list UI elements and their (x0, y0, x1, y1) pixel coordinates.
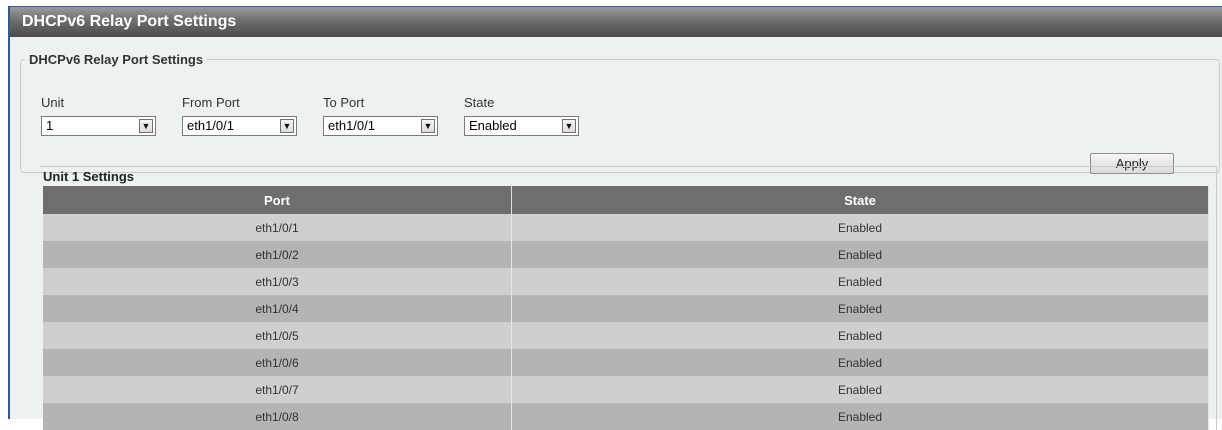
state-field: State Enabled ▼ (464, 95, 579, 136)
state-cell: Enabled (511, 295, 1209, 322)
chevron-down-icon[interactable]: ▼ (421, 119, 435, 133)
column-header-port: Port (43, 186, 512, 214)
unit-settings-panel: Unit 1 Settings Port State eth1/0/1 Enab… (40, 166, 1217, 430)
table-row: eth1/0/4 Enabled (43, 295, 1209, 322)
from-port-select[interactable]: eth1/0/1 ▼ (182, 116, 297, 136)
to-port-select[interactable]: eth1/0/1 ▼ (323, 116, 438, 136)
table-row: eth1/0/8 Enabled (43, 403, 1209, 430)
from-port-label: From Port (182, 95, 240, 110)
page-title: DHCPv6 Relay Port Settings (10, 7, 1222, 37)
settings-fieldset: DHCPv6 Relay Port Settings Unit 1 ▼ From… (20, 52, 1220, 174)
table-row: eth1/0/7 Enabled (43, 376, 1209, 403)
table-row: eth1/0/6 Enabled (43, 349, 1209, 376)
port-state-table: Port State eth1/0/1 Enabled eth1/0/2 Ena… (43, 186, 1209, 430)
port-cell: eth1/0/8 (43, 403, 512, 430)
to-port-label: To Port (323, 95, 365, 110)
unit-field: Unit 1 ▼ (41, 95, 156, 136)
state-cell: Enabled (511, 322, 1209, 349)
column-header-state: State (511, 186, 1209, 214)
table-row: eth1/0/3 Enabled (43, 268, 1209, 295)
state-cell: Enabled (511, 241, 1209, 268)
unit-select[interactable]: 1 ▼ (41, 116, 156, 136)
to-port-field: To Port eth1/0/1 ▼ (323, 95, 438, 136)
table-caption: Unit 1 Settings (43, 169, 135, 184)
port-cell: eth1/0/5 (43, 322, 512, 349)
chevron-down-icon[interactable]: ▼ (562, 119, 576, 133)
table-row: eth1/0/1 Enabled (43, 214, 1209, 241)
port-cell: eth1/0/7 (43, 376, 512, 403)
state-select[interactable]: Enabled ▼ (464, 116, 579, 136)
port-cell: eth1/0/2 (43, 241, 512, 268)
settings-legend: DHCPv6 Relay Port Settings (25, 52, 208, 67)
state-cell: Enabled (511, 268, 1209, 295)
state-cell: Enabled (511, 214, 1209, 241)
chevron-down-icon[interactable]: ▼ (139, 119, 153, 133)
main-frame: DHCPv6 Relay Port Settings DHCPv6 Relay … (8, 6, 1222, 430)
chevron-down-icon[interactable]: ▼ (280, 119, 294, 133)
unit-label: Unit (41, 95, 65, 110)
table-header-row: Port State (43, 186, 1209, 214)
port-cell: eth1/0/3 (43, 268, 512, 295)
state-cell: Enabled (511, 349, 1209, 376)
state-cell: Enabled (511, 403, 1209, 430)
port-cell: eth1/0/1 (43, 214, 512, 241)
table-row: eth1/0/5 Enabled (43, 322, 1209, 349)
state-cell: Enabled (511, 376, 1209, 403)
state-label: State (464, 95, 495, 110)
from-port-field: From Port eth1/0/1 ▼ (182, 95, 297, 136)
table-row: eth1/0/2 Enabled (43, 241, 1209, 268)
port-cell: eth1/0/6 (43, 349, 512, 376)
port-cell: eth1/0/4 (43, 295, 512, 322)
